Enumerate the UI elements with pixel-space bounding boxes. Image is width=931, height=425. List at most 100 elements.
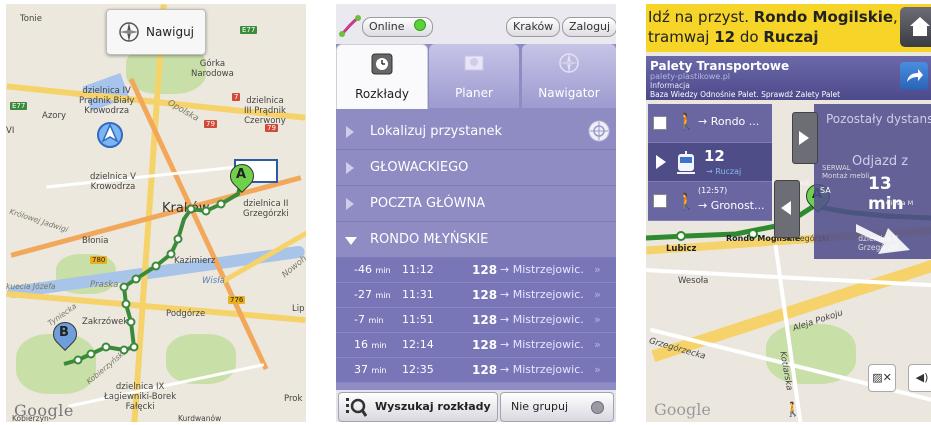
line-number: 128 — [472, 338, 498, 352]
direction-arrow-icon — [856, 224, 910, 254]
compass-icon — [118, 22, 139, 42]
destination: → Mistrzejowic. — [500, 288, 584, 301]
minutes-unit: min — [375, 291, 391, 300]
departure-minutes: -27 — [354, 288, 372, 301]
bottom-bar: Wyszukaj rozkłady Nie grupuj — [336, 390, 616, 422]
departure-row[interactable]: 37 min 12:35 128 → Mistrzejowic. » — [336, 358, 616, 383]
no-grouping-toggle[interactable]: Nie grupuj — [500, 392, 614, 422]
destination: → Mistrzejowic. — [500, 338, 584, 351]
gps-target-icon[interactable] — [588, 120, 610, 142]
step-checkbox[interactable] — [653, 116, 667, 130]
step-time: (12:57) — [698, 186, 728, 195]
route-steps-panel: 🚶 → Rondo ... 12 → Ruczaj 🚶 (12:57) → Gr… — [646, 104, 774, 234]
route-step[interactable]: 12 → Ruczaj — [648, 143, 772, 182]
locate-stop-row[interactable]: Lokalizuj przystanek — [336, 114, 616, 150]
expand-arrow-icon — [346, 126, 354, 138]
departure-time: 11:51 — [402, 313, 434, 326]
tab-nawigator[interactable]: Nawigator — [522, 44, 616, 108]
chevron-right-icon: » — [594, 338, 601, 351]
departure-row[interactable]: 16 min 12:14 128 → Mistrzejowic. » — [336, 333, 616, 358]
departure-minutes: -46 — [354, 263, 372, 276]
google-logo: Google — [654, 400, 711, 419]
my-location-icon[interactable] — [96, 121, 124, 149]
map-label: Cieśla M — [886, 199, 914, 207]
minutes-unit: min — [375, 266, 391, 275]
step-text: → Rondo ... — [698, 115, 760, 128]
ad-banner[interactable]: Palety Transportowe palety-plastikowe.pl… — [646, 56, 931, 100]
chevron-right-icon: » — [594, 263, 601, 276]
top-bar: Online Kraków Zaloguj — [336, 4, 616, 44]
panel-collapse-handle[interactable] — [774, 180, 800, 238]
home-icon — [910, 17, 930, 36]
destination: → Mistrzejowic. — [500, 363, 584, 376]
stop-name: Rondo Mogilskie — [753, 8, 894, 26]
marker-a-icon[interactable]: A — [225, 159, 259, 194]
online-toggle[interactable]: Online — [362, 17, 433, 37]
navigate-label: Nawiguj — [145, 25, 195, 39]
tram-number: 12 — [714, 28, 736, 46]
line-number: 128 — [472, 263, 498, 277]
line-number: 128 — [472, 313, 498, 327]
app-logo-icon — [339, 15, 361, 37]
expand-arrow-icon — [346, 198, 354, 210]
route-step[interactable]: 🚶 → Rondo ... — [648, 104, 772, 143]
departure-time: 12:14 — [402, 338, 434, 351]
list-item-label: Lokalizuj przystanek — [370, 124, 502, 139]
ad-url: palety-plastikowe.pl — [650, 72, 731, 81]
departure-minutes: 37 — [354, 363, 368, 376]
departure-minutes: 16 — [354, 338, 368, 351]
line-number: 128 — [472, 363, 498, 377]
stop-row[interactable]: GŁOWACKIEGO — [336, 150, 616, 186]
chevron-right-icon: » — [594, 313, 601, 326]
tab-rozklady[interactable]: Rozkłady — [336, 44, 428, 109]
ad-info: Informacja — [650, 81, 690, 90]
walk-icon: 🚶 — [676, 192, 696, 211]
play-icon[interactable] — [656, 155, 666, 169]
route-step[interactable]: 🚶 (12:57) → Gronost... — [648, 182, 772, 221]
timetable-icon — [371, 53, 393, 75]
navigate-button[interactable]: Nawiguj — [106, 9, 206, 55]
no-grouping-label: Nie grupuj — [511, 400, 569, 413]
compass-icon — [559, 53, 579, 73]
tram-line-number: 12 — [704, 147, 725, 165]
tab-planer[interactable]: Planer — [429, 44, 519, 108]
expand-arrow-icon — [346, 162, 354, 174]
departure-row[interactable]: -27 min 11:31 128 → Mistrzejowic. » — [336, 283, 616, 308]
search-timetables-label: Wyszukaj rozkłady — [375, 400, 491, 413]
walk-mode-icon[interactable]: 🚶 — [784, 402, 801, 418]
panel-expand-handle[interactable] — [792, 112, 818, 164]
destination: → Mistrzejowic. — [500, 263, 584, 276]
navigator-screen: Lubicz Rondo Mogilskie Grzegórzki Wesoła… — [646, 4, 931, 422]
login-button[interactable]: Zaloguj — [562, 17, 616, 37]
search-timetables-button[interactable]: Wyszukaj rozkłady — [338, 392, 498, 422]
share-button[interactable] — [900, 62, 928, 90]
mute-toggle-button[interactable]: ▨✕ — [868, 364, 896, 392]
departure-row[interactable]: -46 min 11:12 128 → Mistrzejowic. » — [336, 258, 616, 283]
instruction-text: do — [735, 28, 764, 46]
map-label: Wesoła — [678, 276, 709, 286]
minutes-unit: min — [371, 366, 387, 375]
stop-row[interactable]: POCZTA GŁÓWNA — [336, 186, 616, 222]
tram-icon — [677, 151, 695, 174]
list-item-label: RONDO MŁYŃSKIE — [370, 232, 489, 247]
departure-time: 11:12 — [402, 263, 434, 276]
home-button[interactable] — [900, 7, 931, 47]
chevron-right-icon: » — [594, 288, 601, 301]
stop-row-expanded[interactable]: RONDO MŁYŃSKIE — [336, 222, 616, 258]
minutes-unit: min — [371, 341, 387, 350]
marker-b-icon[interactable]: B — [48, 317, 82, 352]
destination-name: Ruczaj — [763, 28, 819, 46]
step-checkbox[interactable] — [653, 194, 667, 208]
instruction-text: , — [893, 8, 898, 26]
online-label: Online — [369, 20, 405, 33]
collapse-arrow-icon — [345, 237, 357, 245]
city-button[interactable]: Kraków — [506, 17, 561, 37]
map-label: Lubicz — [666, 244, 697, 254]
no-photo-icon: ▨✕ — [872, 371, 892, 384]
departure-minutes: -7 — [354, 313, 365, 326]
volume-button[interactable]: ◀) — [908, 364, 931, 392]
ad-text: Baza Wiedzy Odnośnie Palet. Sprawdź Zale… — [650, 90, 841, 99]
departures-list: -46 min 11:12 128 → Mistrzejowic. » -27 … — [336, 258, 616, 383]
departure-row[interactable]: -7 min 11:51 128 → Mistrzejowic. » — [336, 308, 616, 333]
google-logo: Google — [14, 401, 74, 420]
